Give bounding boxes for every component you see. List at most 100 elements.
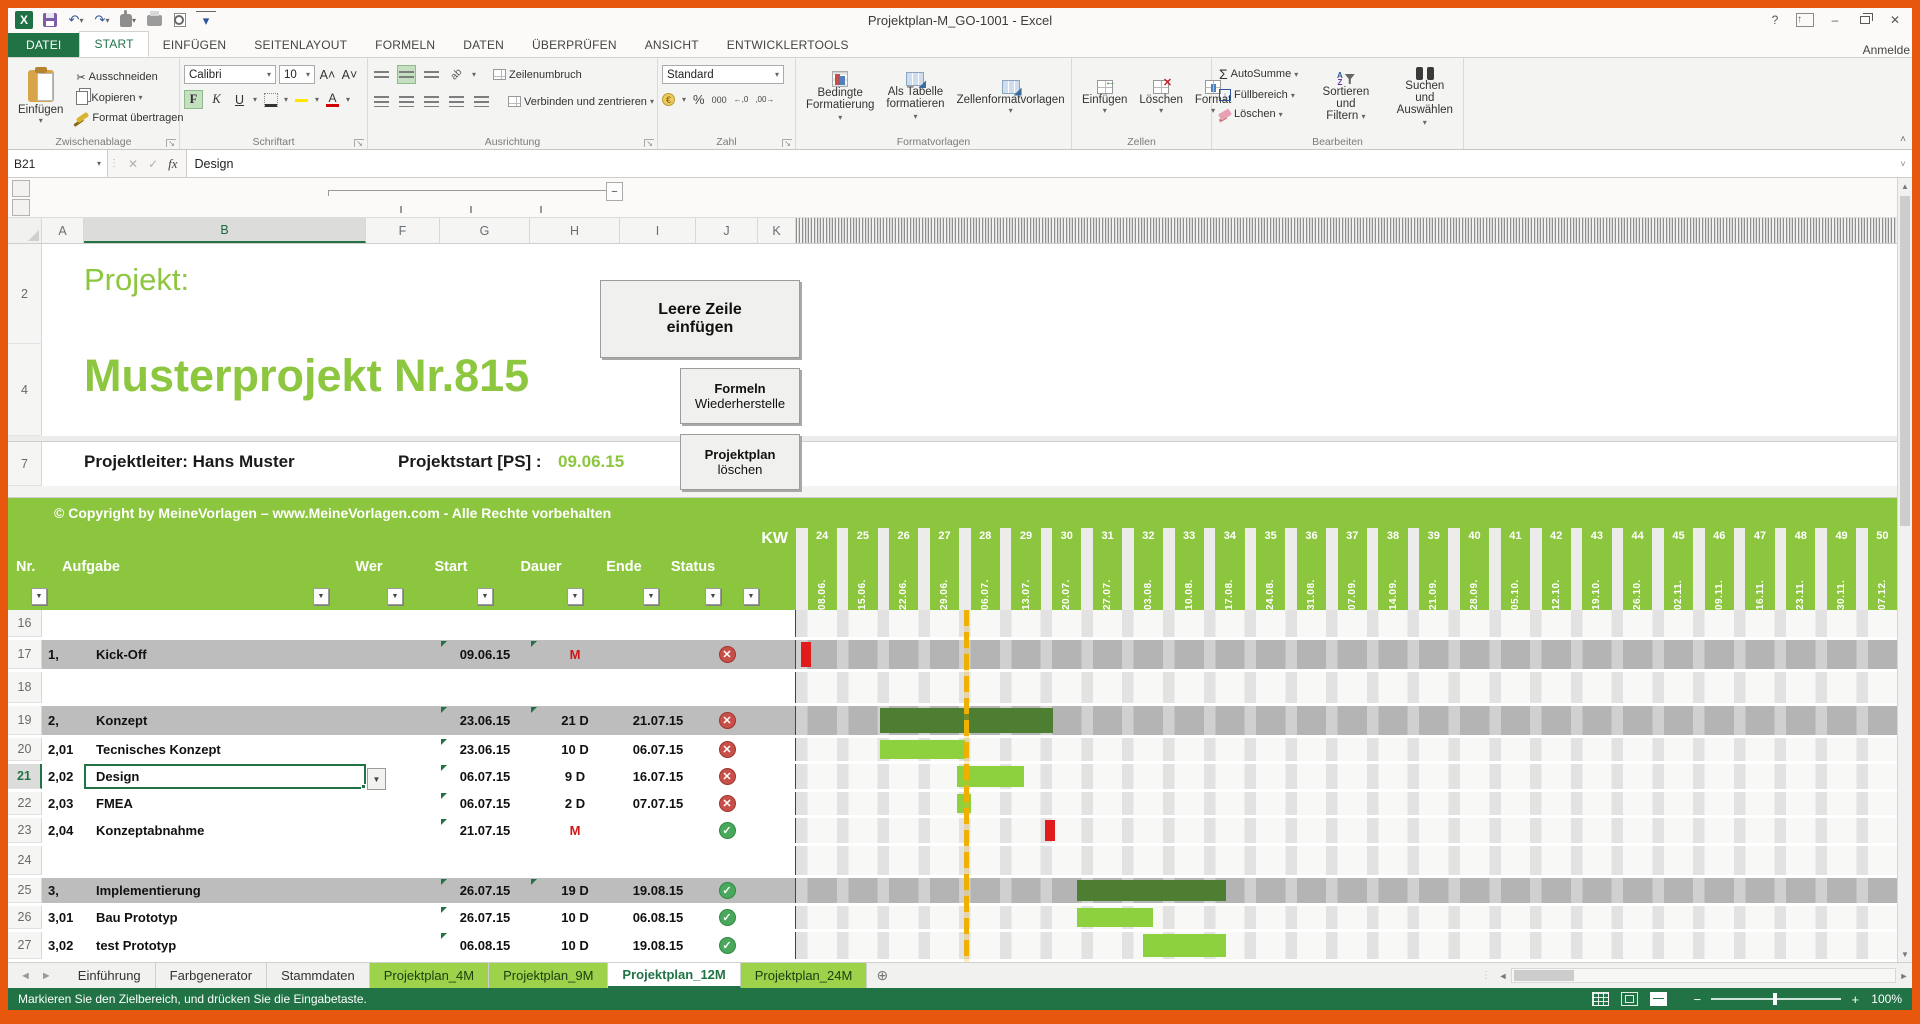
- delete-project-plan-button[interactable]: Projektplan löschen: [680, 434, 800, 490]
- project-start-value[interactable]: 09.06.15: [558, 452, 624, 472]
- orientation-button[interactable]: ab: [447, 65, 466, 84]
- undo-icon[interactable]: ↶▾: [66, 11, 86, 29]
- namebox-splitter[interactable]: ⋮: [108, 150, 120, 177]
- row-header-22[interactable]: 22: [8, 792, 42, 815]
- font-name-combo[interactable]: Calibri▾: [184, 65, 276, 84]
- shrink-font-button[interactable]: A˅: [340, 65, 359, 84]
- filter-dropdown-icon-F[interactable]: ▼: [387, 588, 403, 605]
- vertical-scrollbar[interactable]: ▲ ▼: [1897, 178, 1912, 962]
- page-break-view-icon[interactable]: [1650, 992, 1667, 1006]
- row-header-19[interactable]: 19: [8, 706, 42, 735]
- cut-button[interactable]: ✂Ausschneiden: [73, 69, 186, 86]
- align-center-button[interactable]: [397, 92, 416, 111]
- vertical-scroll-thumb[interactable]: [1900, 196, 1910, 526]
- sheet-tab-projektplan_12m[interactable]: Projektplan_12M: [608, 963, 740, 988]
- expand-formula-bar-icon[interactable]: ˅: [1894, 150, 1912, 177]
- zoom-slider-thumb[interactable]: [1773, 993, 1777, 1005]
- row-header-25[interactable]: 25: [8, 878, 42, 903]
- collapse-ribbon-icon[interactable]: ˄: [1900, 134, 1906, 145]
- zoom-slider[interactable]: [1711, 998, 1841, 1000]
- touch-mode-icon[interactable]: ▾: [118, 11, 138, 29]
- minimize-button[interactable]: –: [1822, 11, 1848, 30]
- row-header-23[interactable]: 23: [8, 818, 42, 843]
- ribbon-tab-start[interactable]: START: [79, 31, 148, 57]
- delete-cells-button[interactable]: ✕ Löschen ▾: [1133, 61, 1188, 133]
- find-select-button[interactable]: Suchen und Auswählen ▾: [1391, 61, 1459, 133]
- italic-button[interactable]: K: [207, 90, 226, 109]
- dialog-launcher-icon[interactable]: ↘: [644, 139, 654, 147]
- ribbon-tab-seitenlayout[interactable]: SEITENLAYOUT: [240, 33, 361, 57]
- redo-icon[interactable]: ↷▾: [92, 11, 112, 29]
- format-as-table-button[interactable]: Als Tabelle formatieren ▾: [880, 61, 950, 133]
- accounting-format-icon[interactable]: €: [662, 93, 675, 106]
- new-sheet-button[interactable]: ⊕: [867, 963, 897, 988]
- ribbon-tab-datei[interactable]: DATEI: [8, 33, 79, 57]
- underline-button[interactable]: U: [230, 90, 249, 109]
- comma-style-button[interactable]: 000: [712, 95, 727, 105]
- row-header-4[interactable]: 4: [8, 344, 42, 436]
- sheet-tab-farbgenerator[interactable]: Farbgenerator: [156, 963, 267, 988]
- scroll-up-icon[interactable]: ▲: [1898, 178, 1912, 194]
- collapse-column-group-button[interactable]: −: [606, 182, 623, 201]
- filter-dropdown-icon-G[interactable]: ▼: [477, 588, 493, 605]
- formula-input[interactable]: Design: [187, 150, 1894, 177]
- horizontal-scroll-track[interactable]: [1511, 968, 1896, 983]
- cancel-entry-icon[interactable]: ✕: [128, 157, 138, 171]
- row-header-2[interactable]: 2: [8, 244, 42, 344]
- dialog-launcher-icon[interactable]: ↘: [166, 139, 176, 147]
- tab-splitter[interactable]: ⋮: [1477, 970, 1495, 981]
- normal-view-icon[interactable]: [1592, 992, 1609, 1006]
- increase-decimal-button[interactable]: ←,0: [734, 95, 749, 104]
- percent-style-button[interactable]: %: [693, 92, 705, 107]
- column-header-H[interactable]: H: [530, 218, 620, 243]
- restore-button[interactable]: [1852, 11, 1878, 30]
- sheet-tab-stammdaten[interactable]: Stammdaten: [267, 963, 370, 988]
- column-header-B[interactable]: B: [84, 218, 366, 243]
- wrap-text-button[interactable]: Zeilenumbruch: [490, 67, 585, 83]
- column-header-K[interactable]: K: [758, 218, 796, 243]
- dialog-launcher-icon[interactable]: ↘: [354, 139, 364, 147]
- sheet-tab-projektplan_24m[interactable]: Projektplan_24M: [741, 963, 868, 988]
- cell-styles-button[interactable]: Zellenformatvorlagen ▾: [951, 61, 1071, 133]
- confirm-entry-icon[interactable]: ✓: [148, 157, 158, 171]
- zoom-in-icon[interactable]: +: [1849, 992, 1861, 1007]
- scroll-left-icon[interactable]: ◄: [1495, 968, 1511, 984]
- row-header-24[interactable]: 24: [8, 846, 42, 875]
- close-button[interactable]: ✕: [1882, 11, 1908, 30]
- sign-in-label[interactable]: Anmelde: [1863, 43, 1912, 57]
- print-icon[interactable]: [144, 11, 164, 29]
- print-preview-icon[interactable]: [170, 11, 190, 29]
- cell-task[interactable]: Design▼: [84, 764, 366, 789]
- row-header-21[interactable]: 21: [8, 764, 42, 789]
- align-top-button[interactable]: [372, 65, 391, 84]
- format-painter-button[interactable]: Format übertragen: [73, 110, 186, 126]
- selected-cell[interactable]: Design▼: [84, 764, 366, 789]
- fill-button[interactable]: ↓Füllbereich▾: [1216, 87, 1301, 103]
- narrow-columns-hatch[interactable]: [796, 218, 1897, 243]
- column-header-J[interactable]: J: [696, 218, 758, 243]
- ribbon-tab-entwicklertools[interactable]: ENTWICKLERTOOLS: [713, 33, 863, 57]
- sheet-tab-einführung[interactable]: Einführung: [64, 963, 156, 988]
- ribbon-tab-überprüfen[interactable]: ÜBERPRÜFEN: [518, 33, 631, 57]
- conditional-formatting-button[interactable]: Bedingte Formatierung ▾: [800, 61, 880, 133]
- row-header-16[interactable]: 16: [8, 610, 42, 637]
- ribbon-tab-formeln[interactable]: FORMELN: [361, 33, 449, 57]
- insert-empty-row-button[interactable]: Leere Zeile einfügen: [600, 280, 800, 358]
- insert-function-icon[interactable]: fx: [168, 156, 177, 172]
- font-size-combo[interactable]: 10▾: [279, 65, 315, 84]
- zoom-level[interactable]: 100%: [1871, 992, 1912, 1006]
- dialog-launcher-icon[interactable]: ↘: [782, 139, 792, 147]
- fill-color-button[interactable]: [292, 90, 311, 109]
- ribbon-tab-ansicht[interactable]: ANSICHT: [631, 33, 713, 57]
- help-button[interactable]: ?: [1762, 11, 1788, 30]
- merge-center-button[interactable]: Verbinden und zentrieren▾: [505, 94, 657, 110]
- row-header-7[interactable]: 7: [8, 442, 42, 486]
- column-header-G[interactable]: G: [440, 218, 530, 243]
- row-header-26[interactable]: 26: [8, 906, 42, 929]
- row-header-27[interactable]: 27: [8, 932, 42, 959]
- sort-filter-button[interactable]: AZ Sortieren und Filtern ▾: [1309, 61, 1382, 133]
- decrease-indent-button[interactable]: [447, 92, 466, 111]
- filter-dropdown-icon-H[interactable]: ▼: [567, 588, 583, 605]
- sheet-tab-projektplan_9m[interactable]: Projektplan_9M: [489, 963, 608, 988]
- zoom-out-icon[interactable]: −: [1691, 992, 1703, 1007]
